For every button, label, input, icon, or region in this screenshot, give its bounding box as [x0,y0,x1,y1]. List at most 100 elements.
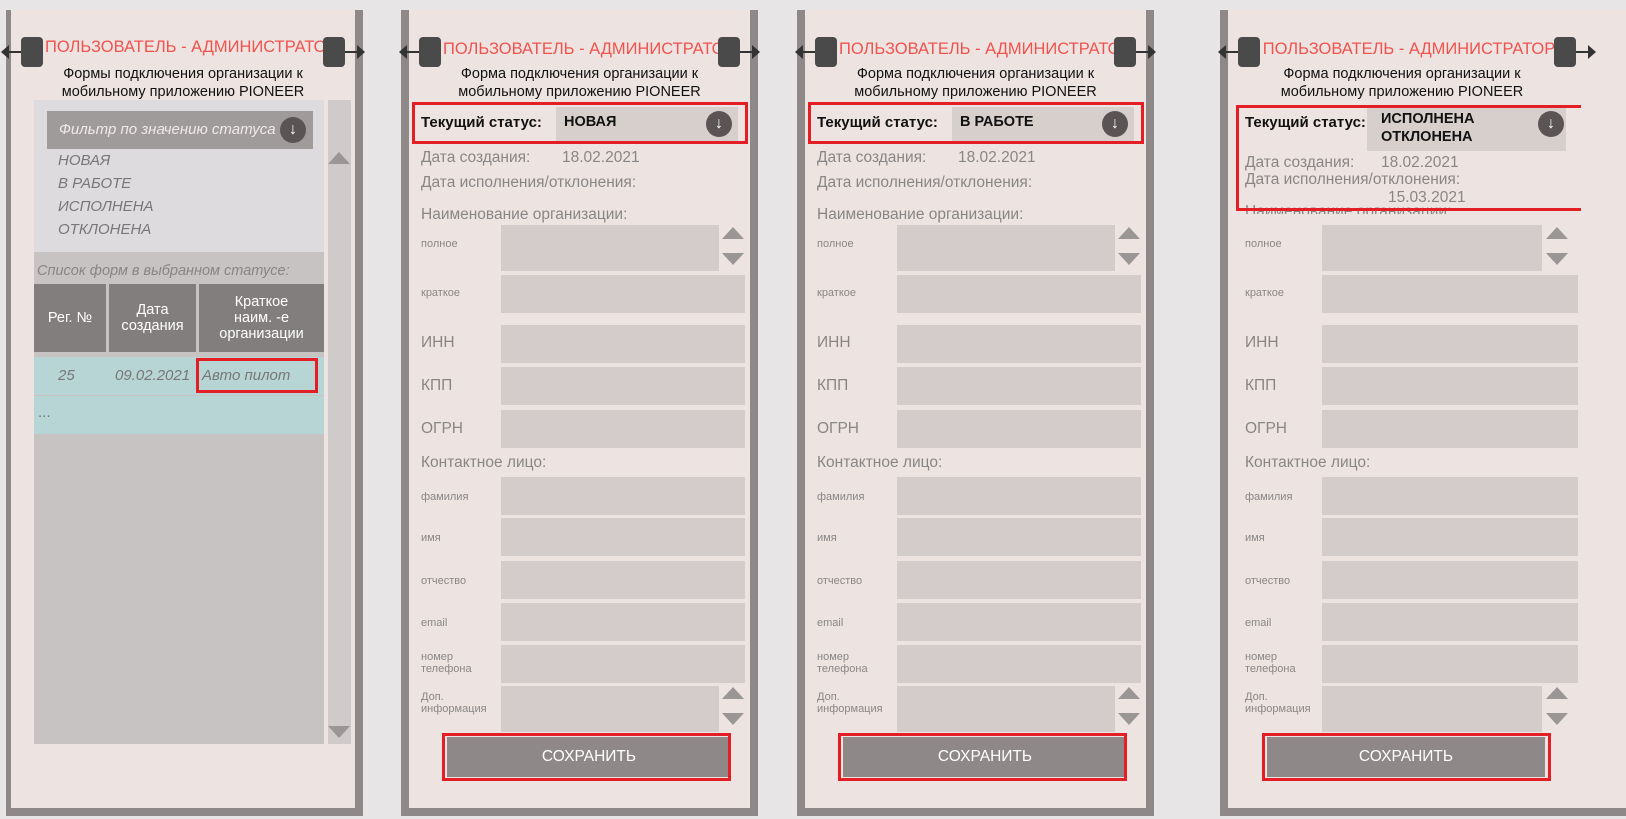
created-value: 18.02.2021 [958,149,1036,166]
first-name-label: имя [421,532,441,544]
full-name-field[interactable] [501,225,719,271]
short-name-field[interactable] [501,275,745,313]
surname-label: фамилия [1245,491,1293,503]
filter-option-rejected[interactable]: ОТКЛОНЕНА [58,221,151,238]
kpp-field[interactable] [1322,367,1578,405]
kpp-label: КПП [1245,377,1277,394]
patronymic-field[interactable] [897,561,1141,599]
page-subtitle: Формы подключения организации к мобильно… [61,66,305,100]
column-header-name: Краткое наим. -е организации [199,284,324,352]
filter-option-in-progress[interactable]: В РАБОТЕ [58,175,131,192]
scroll-down-icon[interactable] [722,713,744,725]
page-title: ПОЛЬЗОВАТЕЛЬ - АДМИНИСТРАТОР [45,38,338,56]
inn-label: ИНН [421,334,455,351]
patronymic-field[interactable] [501,561,745,599]
extra-info-field[interactable] [501,686,719,732]
scroll-down-icon[interactable] [328,726,350,738]
ogrn-field[interactable] [501,410,745,448]
phone-label: номер телефона [421,651,472,675]
created-value: 18.02.2021 [562,149,640,166]
scroll-up-icon[interactable] [1118,687,1140,699]
short-name-field[interactable] [897,275,1141,313]
status-filter-placeholder: Фильтр по значению статуса [59,121,276,138]
page-subtitle: Форма подключения организации к мобильно… [854,66,1097,100]
extra-info-field[interactable] [897,686,1115,732]
contact-section-label: Контактное лицо: [817,454,943,471]
filter-option-completed[interactable]: ИСПОЛНЕНА [58,198,154,215]
screen-body: ПОЛЬЗОВАТЕЛЬ - АДМИНИСТРАТОР Форма подкл… [1218,10,1626,808]
short-name-label: краткое [1245,287,1285,299]
phone-field[interactable] [897,645,1141,683]
ogrn-label: ОГРН [817,420,859,437]
page-title: ПОЛЬЗОВАТЕЛЬ - АДМИНИСТРАТОР [1262,40,1556,58]
scroll-down-icon[interactable] [1118,253,1140,265]
phone-field[interactable] [501,645,745,683]
surname-field[interactable] [501,477,745,515]
page-subtitle: Форма подключения организации к мобильно… [1280,66,1524,100]
scroll-up-icon[interactable] [722,687,744,699]
first-name-label: имя [1245,532,1265,544]
ogrn-field[interactable] [897,410,1141,448]
short-name-label: краткое [421,287,461,299]
ogrn-field[interactable] [1322,410,1578,448]
kpp-label: КПП [817,377,849,394]
scroll-down-icon[interactable] [1118,713,1140,725]
scroll-up-icon[interactable] [1546,687,1568,699]
highlight-frame [196,358,318,393]
extra-info-field[interactable] [1322,686,1542,732]
surname-field[interactable] [897,477,1141,515]
page-subtitle: Форма подключения организации к мобильно… [458,66,701,100]
status-filter-select[interactable]: Фильтр по значению статуса ↓ [47,111,313,149]
full-name-field[interactable] [897,225,1115,271]
inn-field[interactable] [897,325,1141,363]
extra-info-label: Доп. информация [1245,691,1311,715]
scroll-up-icon[interactable] [722,227,744,239]
form-screen-new: ПОЛЬЗОВАТЕЛЬ - АДМИНИСТРАТОР Форма подкл… [399,10,760,816]
cell-date: 09.02.2021 [115,367,191,384]
inn-field[interactable] [501,325,745,363]
highlight-frame [442,733,731,781]
dropdown-arrow-icon[interactable]: ↓ [280,117,306,143]
first-name-field[interactable] [897,518,1141,556]
scroll-down-icon[interactable] [722,253,744,265]
scrollbar[interactable] [328,100,351,744]
patronymic-label: отчество [421,575,467,587]
phone-field[interactable] [1322,645,1578,683]
full-name-label: полное [1245,238,1282,250]
scroll-down-icon[interactable] [1546,713,1568,725]
kpp-label: КПП [421,377,453,394]
patronymic-field[interactable] [1322,561,1578,599]
inn-label: ИНН [1245,334,1279,351]
filter-option-new[interactable]: НОВАЯ [58,152,110,169]
inn-label: ИНН [817,334,851,351]
first-name-label: имя [817,532,837,544]
email-label: email [421,617,448,629]
short-name-field[interactable] [1322,275,1578,313]
cell-reg: 25 [58,367,75,384]
scroll-up-icon[interactable] [328,152,350,164]
first-name-field[interactable] [1322,518,1578,556]
surname-field[interactable] [1322,477,1578,515]
scroll-down-icon[interactable] [1546,253,1568,265]
screen-body: ПОЛЬЗОВАТЕЛЬ - АДМИНИСТРАТОР Форма подкл… [795,10,1156,808]
short-name-label: краткое [817,287,857,299]
ogrn-label: ОГРН [1245,420,1287,437]
highlight-frame [808,102,1144,144]
contact-section-label: Контактное лицо: [1245,454,1371,471]
email-field[interactable] [1322,603,1578,641]
extra-info-label: Доп. информация [817,691,883,715]
first-name-field[interactable] [501,518,745,556]
column-header-date: Дата создания [109,284,196,352]
scroll-up-icon[interactable] [1546,227,1568,239]
completion-label: Дата исполнения/отклонения: [817,174,1033,191]
scroll-up-icon[interactable] [1118,227,1140,239]
phone-label: номер телефона [1245,651,1296,675]
surname-label: фамилия [421,491,469,503]
kpp-field[interactable] [897,367,1141,405]
list-item[interactable]: ... [34,396,324,434]
email-field[interactable] [501,603,745,641]
kpp-field[interactable] [501,367,745,405]
email-field[interactable] [897,603,1141,641]
inn-field[interactable] [1322,325,1578,363]
full-name-field[interactable] [1322,225,1542,271]
